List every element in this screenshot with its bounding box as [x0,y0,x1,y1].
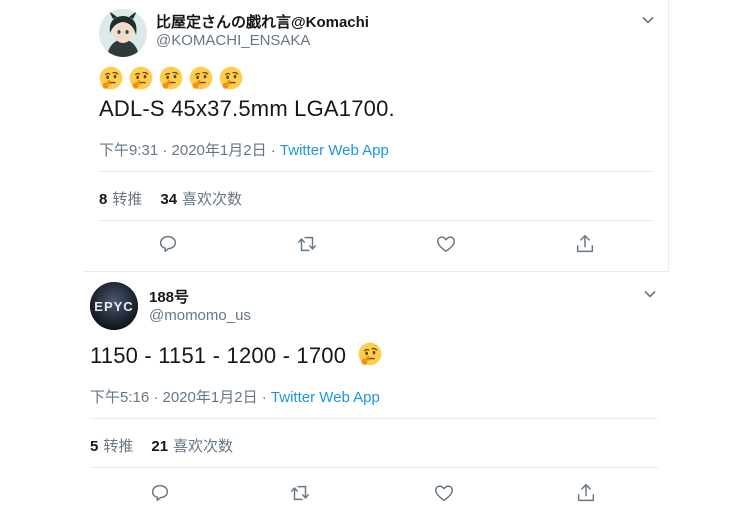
author-handle[interactable]: @KOMACHI_ENSAKA [156,32,310,49]
thinking-face-emoji [358,342,382,366]
retweets-stat[interactable]: 8 转推 [99,188,142,209]
tweet-meta: 下午5:16 · 2020年1月2日 · Twitter Web App [90,386,380,407]
reply-icon[interactable] [157,233,179,255]
author-name[interactable]: 188号 [149,286,189,307]
tweet-card[interactable]: EPYC 188号 @momomo_us 1150 - 1151 - 1200 … [76,272,670,512]
thinking-face-emoji [189,66,213,90]
divider [99,220,654,221]
epyc-logo-avatar: EPYC [90,282,138,330]
retweets-stat[interactable]: 5 转推 [90,435,133,456]
chevron-down-icon[interactable] [642,286,658,302]
like-icon[interactable] [435,233,457,255]
thinking-face-emoji [159,66,183,90]
like-icon[interactable] [433,482,455,504]
tweet-stats: 8 转推 34 喜欢次数 [99,188,242,209]
retweet-icon[interactable] [289,482,311,504]
divider [90,467,658,468]
thinking-face-emoji [129,66,153,90]
tweet-card[interactable]: 比屋定さんの戯れ言@Komachi @KOMACHI_ENSAKA ADL-S … [84,0,669,272]
author-handle[interactable]: @momomo_us [149,307,251,324]
tweet-meta: 下午9:31 · 2020年1月2日 · Twitter Web App [99,139,389,160]
thinking-face-emoji [219,66,243,90]
tweet-timestamp[interactable]: 下午9:31 · 2020年1月2日 · [99,142,280,159]
source-app-link[interactable]: Twitter Web App [280,142,389,159]
divider [90,418,658,419]
likes-stat[interactable]: 21 喜欢次数 [151,435,233,456]
share-icon[interactable] [575,482,597,504]
retweet-icon[interactable] [296,233,318,255]
tweet-timestamp[interactable]: 下午5:16 · 2020年1月2日 · [90,389,271,406]
tweet-stats: 5 转推 21 喜欢次数 [90,435,233,456]
divider [99,171,654,172]
share-icon[interactable] [574,233,596,255]
thinking-face-emoji [99,66,123,90]
chevron-down-icon[interactable] [640,12,656,28]
likes-stat[interactable]: 34 喜欢次数 [160,188,242,209]
source-app-link[interactable]: Twitter Web App [271,389,380,406]
avatar-text: EPYC [94,299,133,314]
author-name[interactable]: 比屋定さんの戯れ言@Komachi [156,11,369,32]
emoji-row [99,66,243,90]
tweet-text: 1150 - 1151 - 1200 - 1700 [90,343,347,368]
avatar[interactable]: EPYC [90,282,138,330]
tweet-text: ADL-S 45x37.5mm LGA1700. [99,96,395,121]
tweet-text-row: 1150 - 1151 - 1200 - 1700 [90,342,382,369]
avatar[interactable] [99,9,147,57]
reply-icon[interactable] [149,482,171,504]
anime-avatar-image [99,9,147,57]
